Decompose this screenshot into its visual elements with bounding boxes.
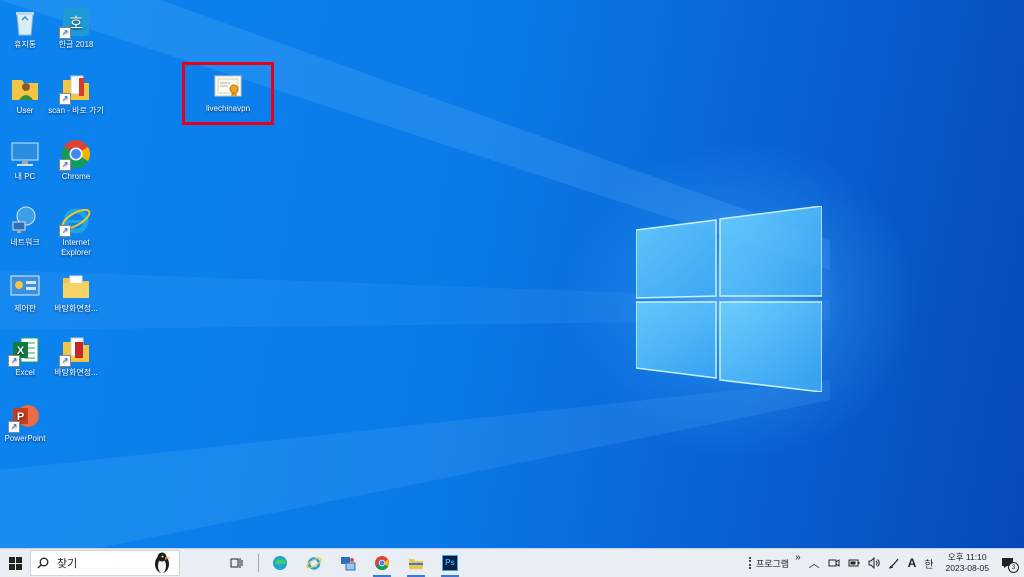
desktop-icon-control-panel[interactable]: 제어판 [0, 270, 54, 314]
taskbar-search-box[interactable]: 찾기 [30, 550, 180, 576]
action-center-button[interactable]: 3 [997, 549, 1024, 577]
windows-start-icon [8, 556, 22, 570]
svg-text:호: 호 [69, 14, 83, 32]
search-placeholder: 찾기 [57, 558, 78, 570]
folder-icon [60, 270, 92, 302]
system-tray: 프로그램 » ︿ A 한 오후 11:10 2023-08-05 3 [745, 549, 1024, 577]
user-folder-icon [9, 72, 41, 104]
desktop-icon-recycle-bin[interactable]: 휴지통 [0, 6, 54, 50]
notification-count-badge: 3 [1008, 562, 1019, 573]
icon-label: 제어판 [13, 304, 37, 313]
shortcut-arrow-icon: ↗ [59, 93, 71, 105]
taskbar-internet-explorer[interactable] [299, 549, 329, 577]
taskbar-network-app[interactable] [333, 549, 363, 577]
photoshop-icon: Ps [442, 555, 458, 571]
folder-document-icon: ↗ [59, 334, 92, 367]
desktop-icon-folder-1[interactable]: 바탕화면정... [47, 270, 105, 314]
icon-label: 휴지통 [13, 40, 37, 49]
toolbar-chevron[interactable]: » [795, 552, 801, 563]
ime-mode-label: A [907, 556, 917, 570]
icon-label: 내 PC [14, 172, 36, 181]
internet-explorer-icon: ↗ [59, 204, 92, 237]
hangul-icon: 호 ↗ [59, 6, 92, 39]
desktop-icon-internet-explorer[interactable]: ↗ Internet Explorer [47, 204, 105, 258]
toolbar-programs[interactable]: 프로그램 » [745, 549, 805, 577]
file-explorer-icon [409, 559, 423, 569]
task-view-icon [230, 558, 243, 568]
computer-icon [9, 138, 41, 170]
taskbar-edge[interactable] [265, 549, 295, 577]
recycle-bin-icon [9, 6, 41, 38]
task-view-button[interactable] [222, 549, 252, 577]
chrome-icon [375, 556, 389, 570]
volume-icon [868, 557, 880, 569]
control-panel-icon [9, 270, 41, 302]
highlight-box [182, 62, 274, 125]
icon-label: Chrome [61, 172, 91, 181]
icon-label: 한글 2018 [58, 40, 94, 49]
clock-time: 오후 11:10 [947, 552, 987, 562]
powerpoint-icon: P ↗ [8, 400, 41, 433]
battery-icon [848, 559, 860, 567]
desktop-icon-powerpoint[interactable]: P ↗ PowerPoint [0, 400, 54, 444]
desktop-icon-chrome[interactable]: ↗ Chrome [47, 138, 105, 182]
shortcut-arrow-icon: ↗ [8, 421, 20, 433]
tray-pen-workspace[interactable] [884, 549, 904, 577]
pen-icon [888, 558, 899, 569]
puffin-bird-icon [155, 552, 170, 573]
chevron-up-icon: ︿ [808, 558, 820, 570]
tray-ime-mode[interactable]: A [904, 549, 921, 577]
chrome-icon: ↗ [59, 138, 92, 171]
icon-label: 네트워크 [10, 238, 40, 247]
icon-label: Excel [15, 368, 35, 377]
icon-label: scan - 바로 가기 [48, 106, 104, 115]
search-icon [37, 557, 49, 569]
network-icon [9, 204, 41, 236]
folder-document-icon: ↗ [59, 72, 92, 105]
windows-logo-wallpaper [636, 206, 822, 392]
taskbar-chrome[interactable] [367, 549, 397, 577]
desktop-icon-excel[interactable]: X ↗ Excel [0, 334, 54, 378]
network-app-icon [341, 557, 356, 571]
taskbar: 찾기 Ps 프로그램 » ︿ A 한 오후 11:10 2023-08-05 3 [0, 548, 1024, 577]
desktop-icon-user-folder[interactable]: User [0, 72, 54, 116]
tray-battery[interactable] [844, 549, 864, 577]
desktop-icon-network[interactable]: 네트워크 [0, 204, 54, 248]
shortcut-arrow-icon: ↗ [59, 27, 71, 39]
excel-icon: X ↗ [8, 334, 41, 367]
show-hidden-icons-button[interactable]: ︿ [805, 549, 824, 577]
tray-meeting[interactable] [824, 549, 844, 577]
icon-label: PowerPoint [4, 434, 46, 443]
internet-explorer-icon [306, 557, 322, 570]
input-language-label: 한 [924, 559, 934, 571]
desktop-icon-scan-shortcut[interactable]: ↗ scan - 바로 가기 [47, 72, 105, 116]
shortcut-arrow-icon: ↗ [59, 355, 71, 367]
desktop-icon-hangul-2018[interactable]: 호 ↗ 한글 2018 [47, 6, 105, 50]
desktop: 휴지통 User 내 PC 네트워크 제어판 X ↗ Excel P ↗ Pow… [0, 0, 1024, 548]
toolbar-programs-label: 프로그램 [755, 558, 790, 569]
shortcut-arrow-icon: ↗ [8, 355, 20, 367]
icon-label: 바탕화면정... [54, 368, 98, 377]
meet-now-icon [828, 559, 840, 567]
desktop-icon-this-pc[interactable]: 내 PC [0, 138, 54, 182]
shortcut-arrow-icon: ↗ [59, 225, 71, 237]
desktop-icon-folder-2[interactable]: ↗ 바탕화면정... [47, 334, 105, 378]
start-button[interactable] [0, 549, 30, 577]
taskbar-clock[interactable]: 오후 11:10 2023-08-05 [938, 552, 997, 574]
icon-label: 바탕화면정... [54, 304, 98, 313]
tray-input-language[interactable]: 한 [920, 549, 937, 577]
clock-date: 2023-08-05 [945, 563, 989, 573]
icon-label: User [16, 106, 34, 115]
icon-label: Internet Explorer [61, 238, 91, 257]
taskbar-photoshop[interactable]: Ps [435, 549, 465, 577]
tray-volume[interactable] [864, 549, 884, 577]
taskbar-file-explorer[interactable] [401, 549, 431, 577]
edge-icon [273, 556, 287, 570]
shortcut-arrow-icon: ↗ [59, 159, 71, 171]
